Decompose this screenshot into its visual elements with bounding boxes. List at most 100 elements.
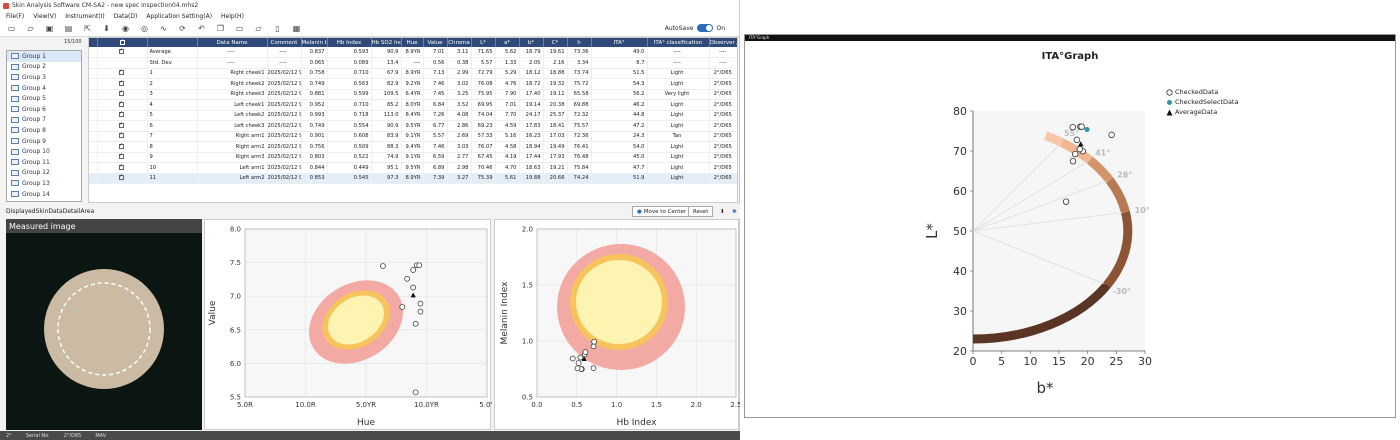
- table-cell: 3.27: [447, 173, 472, 184]
- table-row[interactable]: 8Right arm22025/02/12 9:57:570.7560.5098…: [89, 141, 737, 153]
- table-row[interactable]: 9Right arm32025/02/12 9:58:010.8030.5227…: [89, 152, 737, 163]
- column-header[interactable]: Comment: [267, 38, 302, 47]
- select-all-checkbox[interactable]: [119, 38, 125, 45]
- save-as-icon[interactable]: ▤: [63, 24, 74, 34]
- summary-row: Std. Dev. ---- ---- 0.065 0.089 13.4 ---- 0.56 0…: [89, 57, 737, 69]
- table-cell: 2.69: [447, 131, 472, 142]
- row-checkbox[interactable]: [118, 131, 124, 139]
- column-header[interactable]: Chroma: [447, 38, 472, 47]
- measure-icon[interactable]: ⬇: [101, 24, 112, 34]
- group-item[interactable]: Group 8: [7, 125, 81, 136]
- column-header[interactable]: Melanin Index: [301, 38, 328, 47]
- table-cell: 7.39: [423, 173, 448, 184]
- table-cell: 0.718: [327, 110, 372, 121]
- save-icon[interactable]: ▣: [44, 24, 55, 34]
- table-cell: ----: [647, 47, 710, 58]
- calibrate-icon[interactable]: ◉: [120, 24, 131, 34]
- column-header[interactable]: Hb SO2 Index(%): [371, 38, 402, 47]
- row-checkbox[interactable]: [118, 68, 124, 76]
- folder-icon[interactable]: ▭: [234, 24, 245, 34]
- column-header[interactable]: Observer / Illuminant: [709, 38, 737, 47]
- group-item[interactable]: Group 7: [7, 115, 81, 126]
- column-header[interactable]: Hue: [401, 38, 424, 47]
- row-checkbox[interactable]: [118, 173, 124, 181]
- document-icon[interactable]: ▯: [272, 24, 283, 34]
- data-counter: 15/100: [64, 39, 82, 45]
- group-label: Group 14: [22, 190, 50, 198]
- row-checkbox[interactable]: [118, 121, 124, 128]
- group-item[interactable]: Group 13: [7, 178, 81, 189]
- target-icon[interactable]: ◎: [139, 24, 150, 34]
- table-row[interactable]: 11Left arm22025/02/12 9:58:260.8530.5459…: [89, 173, 737, 184]
- row-checkbox[interactable]: [118, 152, 124, 160]
- row-checkbox[interactable]: [118, 100, 124, 107]
- row-checkbox-cell: [97, 57, 148, 69]
- table-row[interactable]: 7Right arm12025/02/12 9:57:520.9010.6088…: [89, 131, 737, 142]
- group-item[interactable]: Group 2: [7, 62, 81, 73]
- menu-application-setting[interactable]: Application Setting(A): [146, 13, 212, 20]
- row-checkbox-cell: [97, 131, 148, 142]
- column-header[interactable]: Hb Index: [327, 38, 372, 47]
- table-cell: 17.44: [519, 152, 544, 163]
- table-row[interactable]: 4Left cheek12025/02/12 9:57:360.9520.710…: [89, 99, 737, 111]
- table-row[interactable]: 10Left arm12025/02/12 9:58:060.8440.4499…: [89, 162, 737, 174]
- group-item[interactable]: Group 1: [7, 51, 81, 62]
- table-row[interactable]: 5Left cheek22025/02/12 9:57:440.9930.718…: [89, 110, 737, 121]
- average-checkbox[interactable]: [118, 47, 124, 54]
- group-item[interactable]: Group 4: [7, 83, 81, 94]
- menu-instrument[interactable]: Instrument(I): [65, 13, 104, 20]
- sync-icon[interactable]: ⟳: [177, 24, 188, 34]
- table-row[interactable]: 2Right cheek22025/02/12 9:57:230.7490.56…: [89, 78, 737, 90]
- column-header[interactable]: Data Name: [197, 38, 268, 47]
- export-icon[interactable]: ⇱: [82, 24, 93, 34]
- table-row[interactable]: 3Right cheek32025/02/12 9:57:320.8810.59…: [89, 89, 737, 100]
- header-no[interactable]: [147, 38, 198, 47]
- print-icon[interactable]: ▦: [291, 24, 302, 34]
- table-cell: Light: [647, 78, 710, 90]
- data-point: [1062, 198, 1070, 205]
- row-checkbox[interactable]: [118, 163, 124, 170]
- autosave-toggle[interactable]: [697, 24, 714, 32]
- column-header[interactable]: Value: [423, 38, 448, 47]
- open-folder-icon[interactable]: ▱: [25, 24, 36, 34]
- column-header[interactable]: L*: [471, 38, 496, 47]
- group-item[interactable]: Group 6: [7, 104, 81, 115]
- column-header[interactable]: ITA°: [591, 38, 648, 47]
- group-item[interactable]: Group 12: [7, 168, 81, 179]
- group-item[interactable]: Group 5: [7, 93, 81, 104]
- table-row[interactable]: 6Left cheek32025/02/12 9:57:450.7490.554…: [89, 120, 737, 132]
- group-item[interactable]: Group 3: [7, 72, 81, 83]
- reset-button[interactable]: Reset: [688, 206, 714, 217]
- column-header[interactable]: ITA° classification: [647, 38, 710, 47]
- column-header[interactable]: C*: [543, 38, 568, 47]
- download-icon[interactable]: ⬇: [716, 206, 729, 217]
- menu-file[interactable]: File(F): [6, 13, 24, 20]
- header-checkbox[interactable]: [97, 38, 148, 47]
- group-item[interactable]: Group 14: [7, 189, 81, 200]
- column-header[interactable]: a*: [495, 38, 520, 47]
- table-row[interactable]: 1Right cheek12025/02/12 9:57:150.7580.71…: [89, 68, 737, 79]
- menu-data[interactable]: Data(D): [114, 13, 138, 20]
- new-file-icon[interactable]: ▭: [6, 24, 17, 34]
- group-item[interactable]: Group 10: [7, 146, 81, 157]
- move-to-center-button[interactable]: ● Move to Center: [632, 206, 692, 217]
- table-cell: 46.2: [591, 99, 648, 111]
- row-checkbox[interactable]: [118, 79, 124, 86]
- menu-help[interactable]: Help(H): [221, 13, 244, 20]
- column-header[interactable]: h: [567, 38, 592, 47]
- settings-icon[interactable]: ✺: [728, 206, 741, 217]
- graph-icon[interactable]: ∿: [158, 24, 169, 34]
- summary-label: Average: [147, 47, 198, 58]
- row-checkbox[interactable]: [118, 110, 124, 118]
- menu-view[interactable]: View(V): [33, 13, 56, 20]
- group-item[interactable]: Group 11: [7, 157, 81, 168]
- group-item[interactable]: Group 9: [7, 136, 81, 147]
- copy-icon[interactable]: ❐: [215, 24, 226, 34]
- header-spacer[interactable]: [89, 38, 98, 47]
- column-header[interactable]: b*: [519, 38, 544, 47]
- undo-icon[interactable]: ↶: [196, 24, 207, 34]
- folder-add-icon[interactable]: ▱: [253, 24, 264, 34]
- row-checkbox[interactable]: [118, 142, 124, 149]
- table-cell: 0.749: [301, 78, 328, 90]
- row-checkbox[interactable]: [118, 89, 124, 97]
